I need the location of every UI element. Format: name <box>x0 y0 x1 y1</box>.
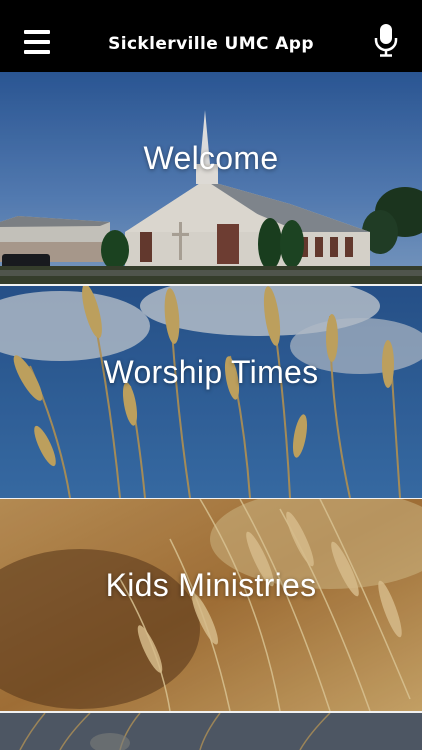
hamburger-menu-line <box>24 40 50 44</box>
church-building-image <box>0 72 422 284</box>
tile-worship-times[interactable]: Worship Times <box>0 286 422 498</box>
tile-kids-ministries[interactable]: Kids Ministries <box>0 499 422 711</box>
menu-button[interactable] <box>20 28 54 56</box>
microphone-icon <box>374 24 398 57</box>
golden-wheat-image <box>0 499 422 711</box>
tile-partial-next[interactable] <box>0 713 422 750</box>
app-screen: Sicklerville UMC App Welcome Worship Tim… <box>0 0 422 750</box>
tile-label-worship-times: Worship Times <box>103 354 319 390</box>
hamburger-menu-icon <box>24 30 50 34</box>
wheat-field-image <box>0 713 422 750</box>
wheat-sky-image <box>0 286 422 498</box>
microphone-button[interactable] <box>372 22 400 58</box>
tile-label-welcome: Welcome <box>143 140 279 176</box>
tile-label-kids-ministries: Kids Ministries <box>105 567 317 603</box>
top-bar: Sicklerville UMC App <box>0 0 422 72</box>
hamburger-menu-line <box>24 50 50 54</box>
tile-welcome[interactable]: Welcome <box>0 72 422 284</box>
app-title: Sicklerville UMC App <box>108 34 314 54</box>
